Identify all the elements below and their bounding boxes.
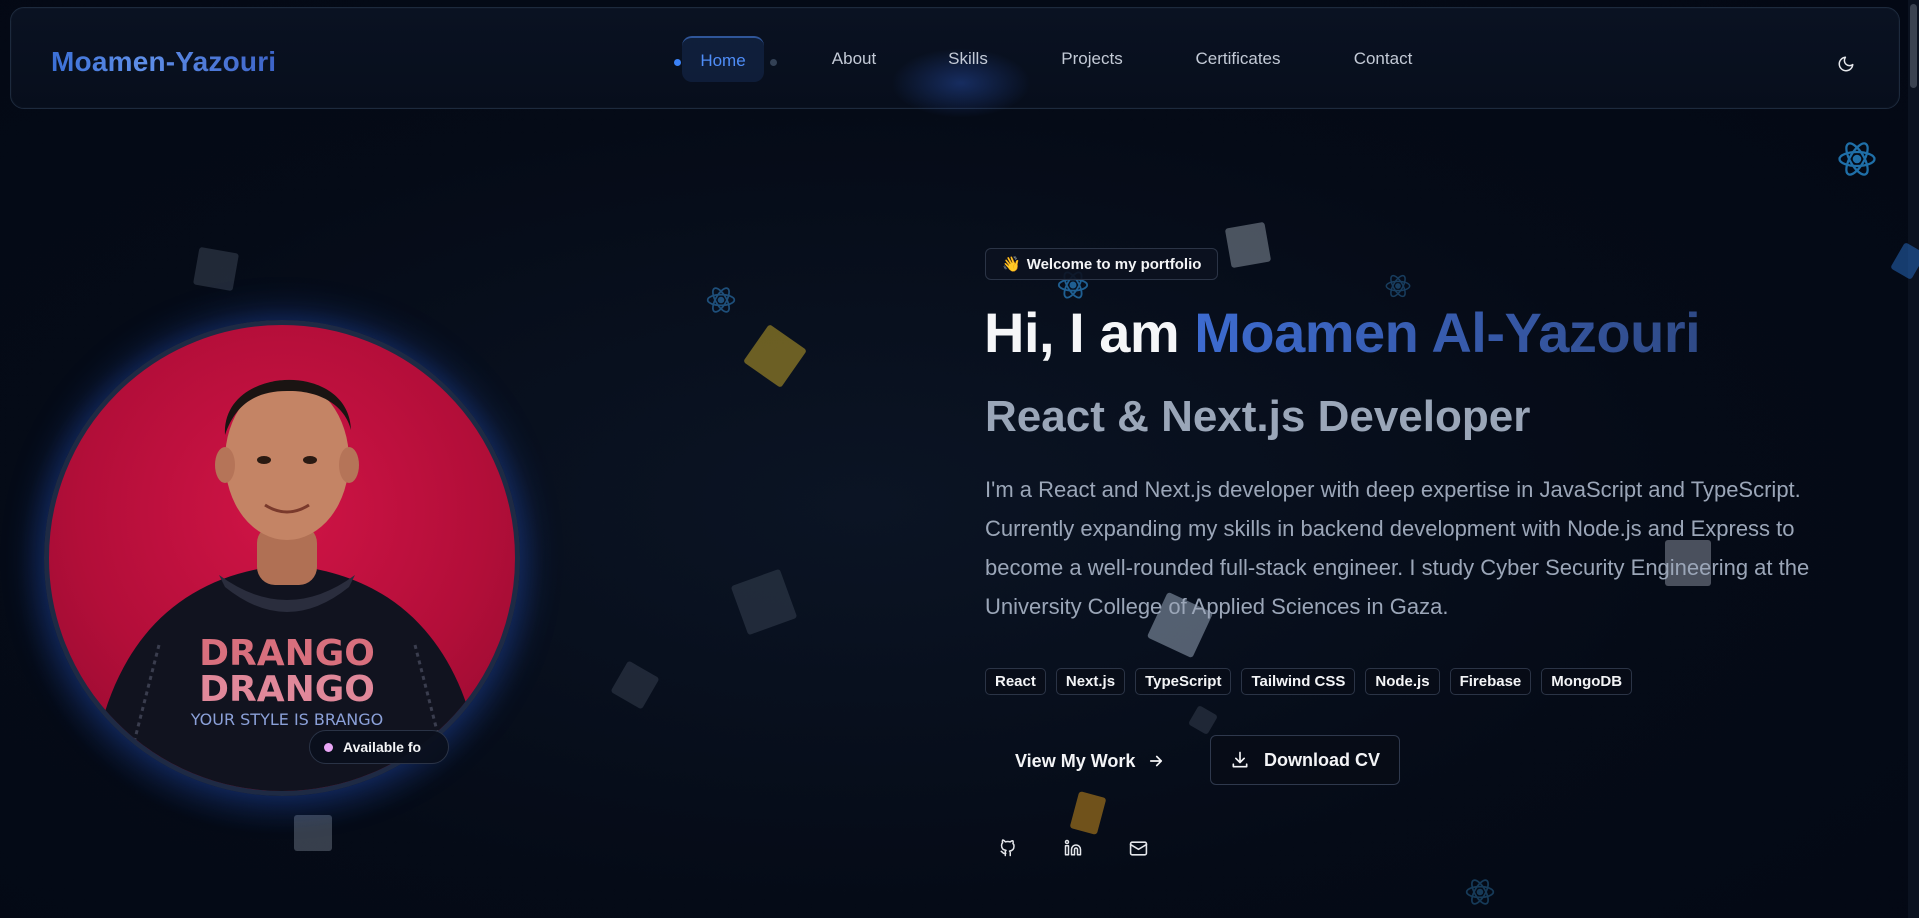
shirt-print-line1: DRANGO xyxy=(199,633,375,674)
github-link[interactable] xyxy=(994,834,1022,862)
skill-tag: TypeScript xyxy=(1135,668,1232,695)
skill-tag: MongoDB xyxy=(1541,668,1633,695)
welcome-badge: 👋 Welcome to my portfolio xyxy=(985,248,1219,280)
js-tile-icon xyxy=(742,323,808,389)
welcome-label: Welcome to my portfolio xyxy=(1026,255,1202,273)
nav-home[interactable]: Home xyxy=(682,36,764,82)
firebase-tile-icon xyxy=(1069,791,1107,835)
scrollbar-thumb[interactable] xyxy=(1910,4,1917,88)
github-icon xyxy=(1000,839,1015,857)
mail-icon xyxy=(1129,840,1147,856)
square-tile-icon xyxy=(1187,704,1219,736)
js-tile-icon xyxy=(610,660,660,710)
nav-indicator-dot xyxy=(674,59,681,66)
skill-tag: Firebase xyxy=(1449,668,1532,695)
nav-certificates[interactable]: Certificates xyxy=(1183,36,1293,82)
skill-tag: React xyxy=(985,668,1046,695)
react-atom-icon xyxy=(1465,879,1495,905)
react-atom-icon xyxy=(1385,274,1411,298)
theme-toggle-button[interactable] xyxy=(1829,47,1863,81)
hero-title: Hi, I am Moamen Al-Yazouri xyxy=(984,300,1701,365)
nav-projects[interactable]: Projects xyxy=(1047,36,1137,82)
nav-about[interactable]: About xyxy=(817,36,891,82)
mongodb-tile-icon xyxy=(1224,221,1272,269)
availability-label: Available fo xyxy=(343,739,422,755)
top-navbar: Moamen-Yazouri Home About Skills Project… xyxy=(10,7,1900,118)
shirt-print-line3: YOUR STYLE IS BRANGO xyxy=(190,710,384,729)
download-cv-button[interactable]: Download CV xyxy=(1210,735,1400,785)
arrow-right-icon xyxy=(1150,755,1163,767)
person-illustration: DRANGO DRANGO YOUR STYLE IS BRANGO xyxy=(89,379,485,791)
skill-tag: Node.js xyxy=(1365,668,1440,695)
download-cv-label: Download CV xyxy=(1264,749,1380,770)
nav-indicator-dot xyxy=(770,59,777,66)
react-atom-icon xyxy=(706,287,736,313)
skill-tag: Next.js xyxy=(1055,668,1126,695)
nav-contact[interactable]: Contact xyxy=(1341,36,1425,82)
moon-icon xyxy=(1838,56,1854,72)
profile-photo: DRANGO DRANGO YOUR STYLE IS BRANGO xyxy=(44,320,520,796)
hero-name: Moamen Al-Yazouri xyxy=(1194,301,1701,364)
linkedin-icon xyxy=(1064,839,1082,856)
skill-tag: Tailwind CSS xyxy=(1241,668,1356,695)
email-link[interactable] xyxy=(1124,834,1152,862)
view-work-button[interactable]: View My Work xyxy=(985,736,1195,786)
linkedin-link[interactable] xyxy=(1059,834,1087,862)
hero-role: React & Next.js Developer xyxy=(985,392,1531,441)
status-dot-icon xyxy=(324,742,333,752)
skill-tags: React Next.js TypeScript Tailwind CSS No… xyxy=(985,668,1633,695)
view-work-label: View My Work xyxy=(1015,750,1136,771)
waving-hand-icon: 👋 xyxy=(1002,256,1021,273)
page-scrollbar[interactable] xyxy=(1908,0,1919,918)
download-icon xyxy=(1232,751,1248,768)
hero-greeting: Hi, I am xyxy=(984,301,1195,364)
availability-badge: Available fo xyxy=(309,730,449,764)
nav-skills[interactable]: Skills xyxy=(936,36,1000,82)
shirt-print-line2: DRANGO xyxy=(199,669,375,710)
hero-description: I'm a React and Next.js developer with d… xyxy=(985,477,1810,619)
code-tile-icon xyxy=(730,568,798,636)
nav-links: Home About Skills Projects Certificates … xyxy=(11,8,1899,110)
react-atom-icon xyxy=(1838,142,1876,176)
